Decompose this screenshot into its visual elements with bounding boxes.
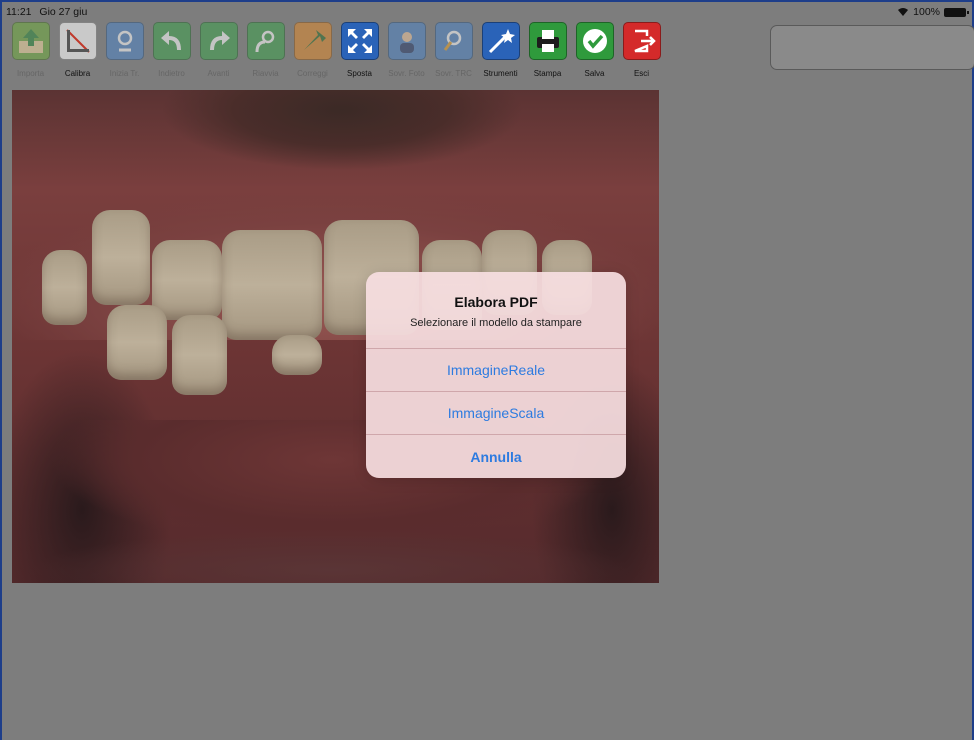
status-time: 11:21 xyxy=(6,6,32,18)
toolbar-button-correggi[interactable]: Correggi xyxy=(290,22,335,86)
start-trace-icon xyxy=(105,22,144,60)
magic-wand-icon xyxy=(481,22,520,60)
toolbar-button-strumenti[interactable]: Strumenti xyxy=(478,22,523,86)
photo-tooth xyxy=(42,250,87,325)
cancel-button[interactable]: Annulla xyxy=(366,435,626,478)
photo-tooth xyxy=(272,335,322,375)
toolbar-button-riavvia[interactable]: Riavvia xyxy=(243,22,288,86)
exit-door-icon xyxy=(622,22,661,60)
toolbar-label: Indietro xyxy=(158,69,185,78)
toolbar-label: Sposta xyxy=(347,69,372,78)
toolbar-label: Importa xyxy=(16,69,45,78)
import-icon xyxy=(11,22,50,60)
checkmark-icon xyxy=(575,22,614,60)
undo-arrow-icon xyxy=(152,22,191,60)
toolbar-button-stampa[interactable]: Stampa xyxy=(525,22,570,86)
photo-lip-lower xyxy=(32,530,632,583)
photo-tooth xyxy=(152,240,222,320)
status-right: 100% xyxy=(897,6,969,18)
printer-icon xyxy=(528,22,567,60)
photo-tooth xyxy=(222,230,322,340)
print-dialog: Elabora PDF Selezionare il modello da st… xyxy=(366,272,626,478)
toolbar-button-calibra[interactable]: Calibra xyxy=(55,22,100,86)
status-bar: 11:21 Gio 27 giu 100% xyxy=(6,5,969,19)
redo-arrow-icon xyxy=(199,22,238,60)
wifi-icon xyxy=(898,8,909,16)
toolbar-button-esci[interactable]: Esci xyxy=(619,22,664,86)
correct-cursor-icon xyxy=(293,22,332,60)
toolbar-button-indietro[interactable]: Indietro xyxy=(149,22,194,86)
search-field[interactable] xyxy=(770,25,974,70)
restart-icon xyxy=(246,22,285,60)
option-immagine-reale-button[interactable]: ImmagineReale xyxy=(366,349,626,392)
toolbar-label: Strumenti xyxy=(483,69,518,78)
status-left: 11:21 Gio 27 giu xyxy=(6,6,92,18)
dialog-header: Elabora PDF Selezionare il modello da st… xyxy=(366,272,626,349)
toolbar-label: Riavvia xyxy=(252,69,279,78)
app-window: 11:21 Gio 27 giu 100% Importa Calibra Iniz… xyxy=(0,0,974,740)
overlay-trace-icon xyxy=(434,22,473,60)
photo-tooth xyxy=(107,305,167,380)
option-immagine-scala-button[interactable]: ImmagineScala xyxy=(366,392,626,435)
dialog-message: Selezionare il modello da stampare xyxy=(410,316,582,329)
toolbar-button-salva[interactable]: Salva xyxy=(572,22,617,86)
toolbar-button-avanti[interactable]: Avanti xyxy=(196,22,241,86)
status-date: Gio 27 giu xyxy=(39,6,88,18)
toolbar-label: Avanti xyxy=(207,69,230,78)
move-arrows-icon xyxy=(340,22,379,60)
toolbar-label: Salva xyxy=(584,69,605,78)
toolbar-label: Inizia Tr. xyxy=(109,69,140,78)
toolbar-label: Correggi xyxy=(297,69,328,78)
photo-tooth xyxy=(92,210,150,305)
battery-percent: 100% xyxy=(913,6,940,18)
toolbar-button-importa[interactable]: Importa xyxy=(8,22,53,86)
photo-tooth xyxy=(172,315,227,395)
toolbar-button-sovr-foto[interactable]: Sovr. Foto xyxy=(384,22,429,86)
toolbar-button-inizia-tr[interactable]: Inizia Tr. xyxy=(102,22,147,86)
toolbar-label: Stampa xyxy=(533,69,562,78)
toolbar-label: Sovr. Foto xyxy=(388,69,425,78)
toolbar-label: Calibra xyxy=(64,69,91,78)
calibrate-ruler-icon xyxy=(58,22,97,60)
overlay-photo-icon xyxy=(387,22,426,60)
toolbar-label: Sovr. TRC xyxy=(435,69,472,78)
toolbar-button-sposta[interactable]: Sposta xyxy=(337,22,382,86)
toolbar-label: Esci xyxy=(633,69,650,78)
battery-icon xyxy=(944,7,969,17)
dialog-title: Elabora PDF xyxy=(454,293,538,310)
toolbar-button-sovr-trc[interactable]: Sovr. TRC xyxy=(431,22,476,86)
